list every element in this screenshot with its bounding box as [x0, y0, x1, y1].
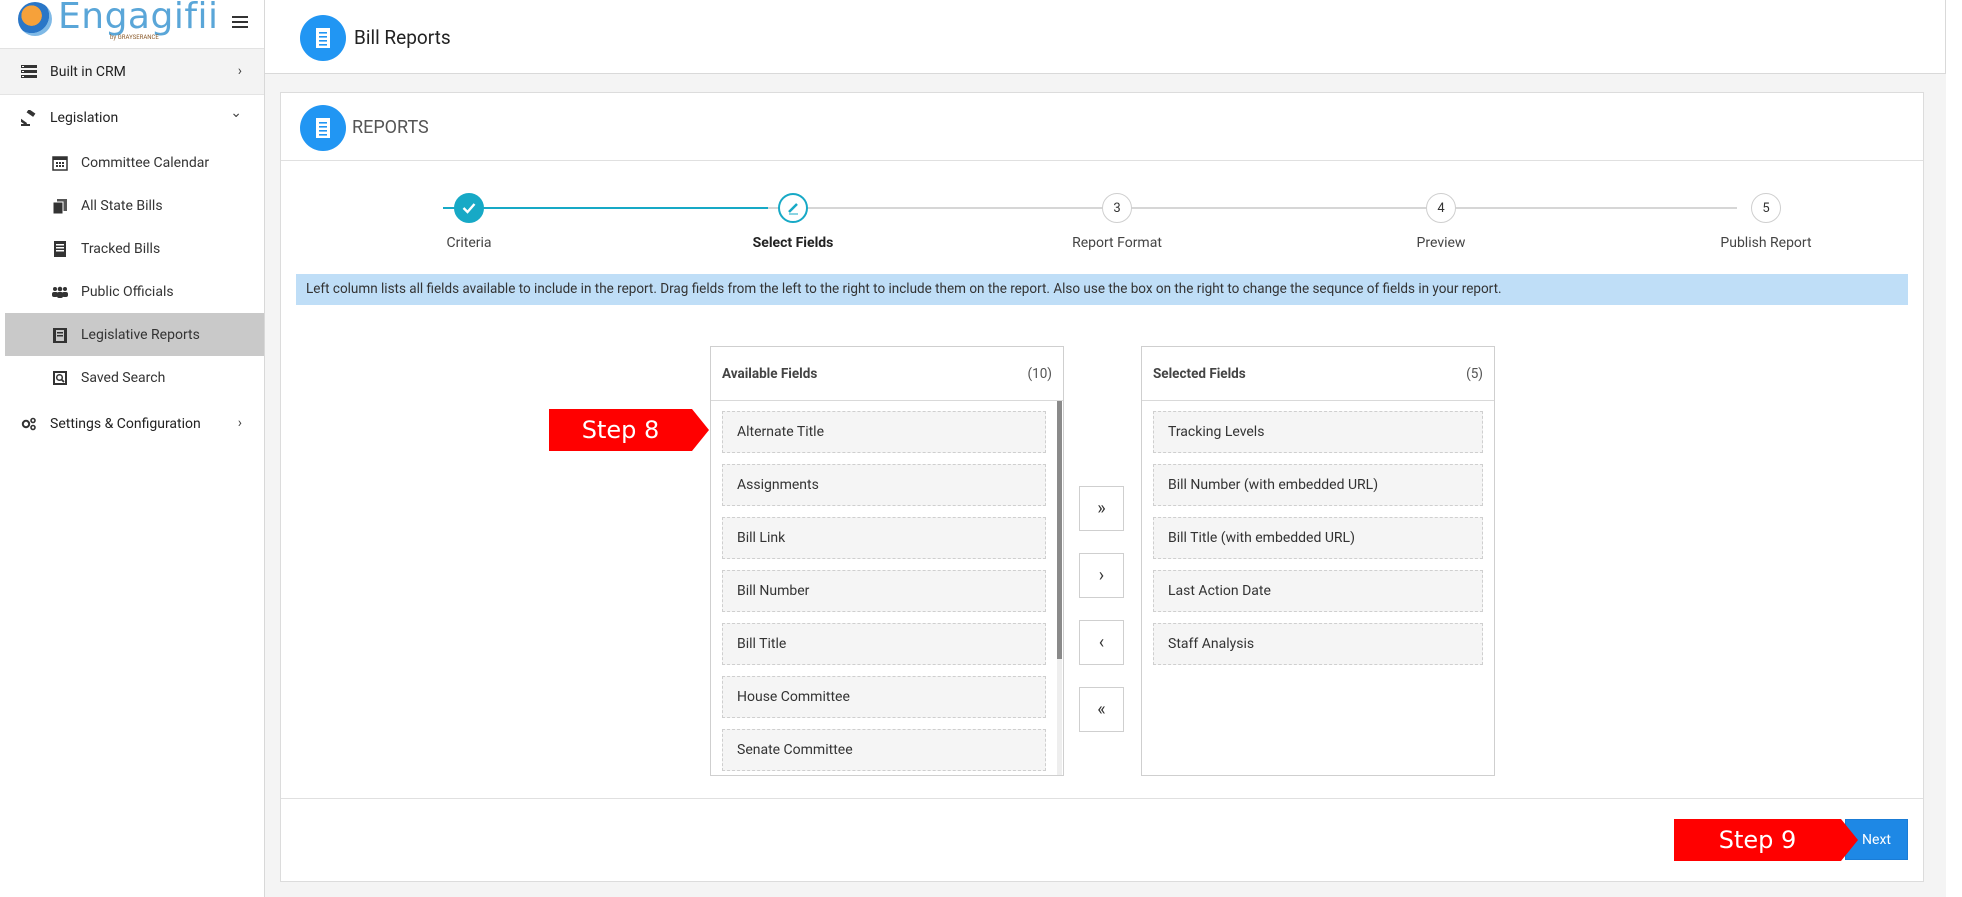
add-selected-button[interactable]: ›	[1079, 553, 1124, 598]
chevron-right-icon: ›	[237, 63, 242, 79]
logo-subtext: by GRAYSERANCE	[110, 34, 159, 41]
field-bill-title-url[interactable]: Bill Title (with embedded URL)	[1153, 517, 1483, 559]
selected-fields-panel: Selected Fields (5) Tracking Levels Bill…	[1141, 346, 1495, 776]
sidebar-item-label: Saved Search	[81, 369, 166, 386]
calendar-icon	[51, 154, 69, 172]
sidebar-item-tracked-bills[interactable]: Tracked Bills	[0, 227, 264, 270]
sidebar-item-label: Legislative Reports	[81, 326, 200, 343]
step-criteria[interactable]: Criteria	[389, 193, 549, 251]
logo-text: Engagifii	[58, 0, 219, 37]
step-label: Criteria	[446, 235, 492, 251]
sidebar-nav: Built in CRM › Legislation ⌄ Committee C…	[0, 48, 264, 447]
stepper-line-pending	[768, 207, 1737, 209]
arrow-right-icon	[1841, 819, 1858, 861]
report-icon	[300, 105, 346, 151]
field-bill-number[interactable]: Bill Number	[722, 570, 1046, 612]
tracked-document-icon	[51, 240, 69, 258]
selected-fields-list[interactable]: Tracking Levels Bill Number (with embedd…	[1142, 401, 1494, 775]
arrow-right-icon	[692, 409, 709, 451]
main-content: REPORTS Criteria Select Fields 3 Report …	[265, 74, 1946, 897]
field-alternate-title[interactable]: Alternate Title	[722, 411, 1046, 453]
sidebar-item-label: All State Bills	[81, 197, 163, 214]
sidebar-item-public-officials[interactable]: Public Officials	[0, 270, 264, 313]
sidebar-item-legislative-reports[interactable]: Legislative Reports	[5, 313, 264, 356]
field-house-committee[interactable]: House Committee	[722, 676, 1046, 718]
remove-all-button[interactable]: «	[1079, 687, 1124, 732]
sidebar-section-built-in-crm[interactable]: Built in CRM ›	[0, 49, 264, 95]
step-label: Preview	[1416, 235, 1466, 251]
field-bill-title[interactable]: Bill Title	[722, 623, 1046, 665]
chevron-right-icon: ›	[237, 415, 242, 431]
sidebar-item-label: Public Officials	[81, 283, 174, 300]
remove-selected-button[interactable]: ‹	[1079, 620, 1124, 665]
available-fields-list[interactable]: Alternate Title Assignments Bill Link Bi…	[711, 401, 1063, 775]
available-fields-count: (10)	[1027, 365, 1053, 382]
field-bill-link[interactable]: Bill Link	[722, 517, 1046, 559]
pencil-icon	[778, 193, 808, 223]
wizard-stepper: Criteria Select Fields 3 Report Format 4…	[281, 161, 1923, 261]
step-label: Publish Report	[1720, 235, 1812, 251]
saved-search-icon	[51, 369, 69, 387]
selected-fields-header: Selected Fields (5)	[1142, 347, 1494, 401]
report-icon	[51, 326, 69, 344]
field-staff-analysis[interactable]: Staff Analysis	[1153, 623, 1483, 665]
field-bill-number-url[interactable]: Bill Number (with embedded URL)	[1153, 464, 1483, 506]
header: Bill Reports	[265, 0, 1946, 74]
field-assignments[interactable]: Assignments	[722, 464, 1046, 506]
sidebar-section-label: Settings & Configuration	[50, 416, 201, 432]
page-title: Bill Reports	[354, 26, 451, 49]
selected-fields-count: (5)	[1466, 365, 1483, 382]
check-icon	[454, 193, 484, 223]
available-fields-header: Available Fields (10)	[711, 347, 1063, 401]
sidebar-item-saved-search[interactable]: Saved Search	[0, 356, 264, 399]
sidebar-section-settings[interactable]: Settings & Configuration ›	[0, 401, 264, 447]
database-icon	[20, 63, 38, 81]
available-fields-panel: Available Fields (10) Alternate Title As…	[710, 346, 1064, 776]
step-label: Select Fields	[752, 235, 834, 251]
field-last-action-date[interactable]: Last Action Date	[1153, 570, 1483, 612]
step-number: 3	[1102, 193, 1132, 223]
sidebar-item-label: Committee Calendar	[81, 154, 210, 171]
gavel-icon	[20, 109, 38, 127]
logo-icon	[18, 2, 52, 36]
step9-callout: Step 9	[1674, 819, 1858, 861]
step-preview[interactable]: 4 Preview	[1361, 193, 1521, 251]
documents-icon	[51, 197, 69, 215]
step-select-fields[interactable]: Select Fields	[713, 193, 873, 251]
sidebar-section-label: Built in CRM	[50, 63, 126, 80]
step8-callout: Step 8	[549, 409, 709, 451]
reports-card: REPORTS Criteria Select Fields 3 Report …	[280, 92, 1924, 882]
step8-label: Step 8	[549, 409, 692, 451]
step-publish-report[interactable]: 5 Publish Report	[1686, 193, 1846, 251]
menu-icon[interactable]	[232, 16, 248, 30]
sidebar-item-label: Tracked Bills	[81, 240, 161, 257]
available-fields-title: Available Fields	[722, 365, 818, 382]
sidebar-section-label: Legislation	[50, 110, 119, 126]
sidebar-item-committee-calendar[interactable]: Committee Calendar	[0, 141, 264, 184]
logo: Engagifii by GRAYSERANCE	[18, 0, 218, 48]
sidebar-section-legislation[interactable]: Legislation ⌄	[0, 95, 264, 141]
scrollbar-thumb[interactable]	[1057, 401, 1062, 659]
step-label: Report Format	[1072, 235, 1162, 251]
step-report-format[interactable]: 3 Report Format	[1037, 193, 1197, 251]
people-icon	[51, 283, 69, 301]
step9-label: Step 9	[1674, 819, 1841, 861]
sidebar-item-all-state-bills[interactable]: All State Bills	[0, 184, 264, 227]
sidebar: Engagifii by GRAYSERANCE Built in CRM › …	[0, 0, 265, 897]
card-title: REPORTS	[352, 117, 429, 138]
field-tracking-levels[interactable]: Tracking Levels	[1153, 411, 1483, 453]
card-header: REPORTS	[281, 93, 1923, 161]
field-senate-committee[interactable]: Senate Committee	[722, 729, 1046, 771]
add-all-button[interactable]: »	[1079, 486, 1124, 531]
info-banner: Left column lists all fields available t…	[296, 274, 1908, 305]
step-number: 5	[1751, 193, 1781, 223]
chevron-down-icon: ⌄	[230, 105, 242, 121]
step-number: 4	[1426, 193, 1456, 223]
selected-fields-title: Selected Fields	[1153, 365, 1246, 382]
bill-report-icon	[300, 15, 346, 61]
gears-icon	[20, 415, 38, 433]
